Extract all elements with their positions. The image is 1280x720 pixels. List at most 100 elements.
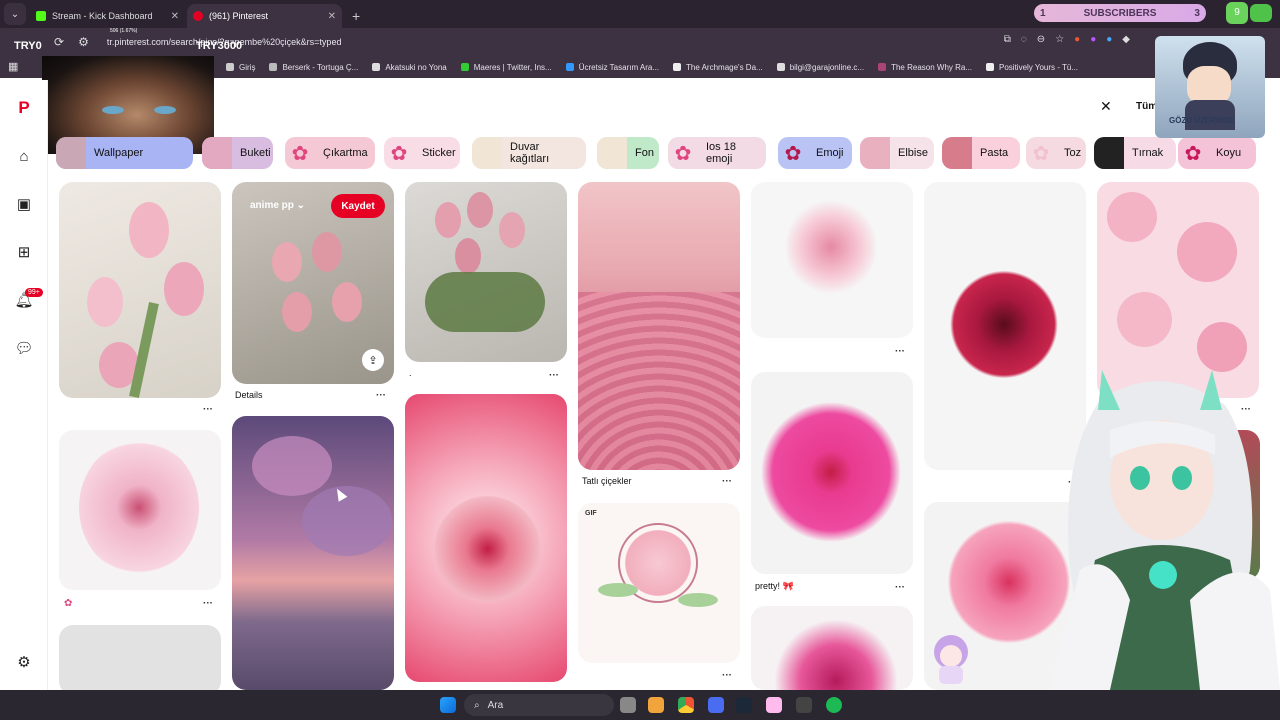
reload-icon[interactable]: ⟳ xyxy=(54,35,64,49)
bookmark-item[interactable]: Maeres | Twitter, Ins... xyxy=(460,63,552,72)
streamer-avatar-overlay: GÖZÜ ÜZERİNDE xyxy=(1155,36,1265,138)
pin-caption[interactable]: Details xyxy=(235,390,263,400)
hide-icon[interactable]: ◌ xyxy=(1021,34,1027,45)
pin-flower-sketch[interactable] xyxy=(578,503,740,663)
pin-more-button[interactable]: ··· xyxy=(722,476,732,487)
eye-right xyxy=(154,106,176,114)
chip-duvar-kagitlari[interactable]: Duvar kağıtları xyxy=(472,137,586,169)
board-select-dropdown[interactable]: anime pp ⌄ xyxy=(250,200,305,211)
task-view-icon[interactable] xyxy=(620,697,636,713)
bookmark-item[interactable]: The Archmage's Da... xyxy=(673,63,763,72)
pin-caption[interactable]: . xyxy=(409,368,412,378)
flower-icon: ✿ xyxy=(1184,142,1202,165)
extension-icon-shield[interactable]: ◆ xyxy=(1122,34,1130,45)
pin-magenta-hibiscus[interactable] xyxy=(751,372,913,574)
app-icon[interactable] xyxy=(766,697,782,713)
spotify-icon[interactable] xyxy=(826,697,842,713)
filter-dropdown[interactable]: Tüm xyxy=(1136,101,1157,112)
pin-more-button[interactable]: ··· xyxy=(895,582,905,593)
notification-badge: 99+ xyxy=(25,288,43,297)
explore-icon[interactable]: ▣ xyxy=(14,194,34,214)
search-clear-icon[interactable]: ✕ xyxy=(1100,98,1112,115)
extension-badge[interactable]: 9 xyxy=(1226,2,1248,24)
pin-hibiscus-gif[interactable] xyxy=(405,394,567,682)
pin-tulip-field[interactable] xyxy=(578,182,740,470)
tab-pinterest[interactable]: (961) Pinterest ✕ xyxy=(187,4,342,28)
pin-more-button[interactable]: ··· xyxy=(203,598,213,609)
app-icon[interactable] xyxy=(708,697,724,713)
tab-kick-dashboard[interactable]: Stream - Kick Dashboard ✕ xyxy=(30,4,185,28)
pin-caption[interactable]: pretty! 🎀 xyxy=(755,581,794,592)
pin-pink-plumeria[interactable] xyxy=(751,606,913,690)
bookmark-item[interactable]: bilgi@garajonline.c... xyxy=(776,63,864,72)
pin-more-button[interactable]: ··· xyxy=(549,370,559,381)
chip-fon[interactable]: Fon xyxy=(597,137,659,169)
chip-ios-18-emoji[interactable]: ✿ Ios 18 emoji xyxy=(668,137,766,169)
subscribers-label: SUBSCRIBERS xyxy=(1083,7,1157,19)
pin-sakura-pattern[interactable] xyxy=(1097,182,1259,398)
zoom-icon[interactable]: ⊖ xyxy=(1037,34,1045,45)
install-app-icon[interactable]: ⧉ xyxy=(1004,34,1011,45)
pin-more-button[interactable]: ··· xyxy=(895,346,905,357)
chip-cikartma[interactable]: ✿ Çıkartma xyxy=(285,137,375,169)
pin-pink-lily[interactable] xyxy=(751,182,913,338)
apps-grid-icon[interactable]: ▦ xyxy=(8,60,18,73)
tab-search-button[interactable]: ⌄ xyxy=(4,3,26,25)
pin-cherry-blossom[interactable] xyxy=(59,430,221,590)
chip-wallpaper[interactable]: Wallpaper xyxy=(56,137,193,169)
chrome-icon[interactable] xyxy=(678,697,694,713)
bookmark-item[interactable]: Positively Yours - Tü... xyxy=(986,63,1078,72)
taskbar-search[interactable]: ⌕ Ara xyxy=(464,694,614,716)
taskbar-search-label: Ara xyxy=(487,699,504,711)
pin-more-button[interactable]: ··· xyxy=(722,670,732,681)
extension-icon[interactable] xyxy=(1250,4,1272,22)
obs-icon[interactable] xyxy=(796,697,812,713)
bookmark-item[interactable]: Giriş xyxy=(226,63,255,72)
search-icon: ⌕ xyxy=(474,699,480,711)
mini-chibi-overlay xyxy=(925,632,977,688)
bookmark-item[interactable]: Ücretsiz Tasarım Ara... xyxy=(565,63,659,72)
pin-more-button[interactable]: ··· xyxy=(203,404,213,415)
chip-emoji[interactable]: ✿ Emoji xyxy=(778,137,852,169)
chip-koyu[interactable]: ✿ Koyu xyxy=(1178,137,1256,169)
steam-icon[interactable] xyxy=(736,697,752,713)
pin-pink-tulips[interactable] xyxy=(59,182,221,398)
extension-icon-blue[interactable]: ● xyxy=(1106,34,1112,45)
pin-caption[interactable]: Tatlı çiçekler xyxy=(582,476,632,486)
extension-icon-purple[interactable]: ● xyxy=(1090,34,1096,45)
save-button[interactable]: Kaydet xyxy=(331,194,385,218)
chip-sticker[interactable]: ✿ Sticker xyxy=(384,137,460,169)
extension-icon-red[interactable]: ● xyxy=(1074,34,1080,45)
pin-more-button[interactable]: ··· xyxy=(376,390,386,401)
pinterest-logo-icon[interactable]: P xyxy=(14,98,34,118)
bookmark-item[interactable]: Berserk - Tortuga Ç... xyxy=(269,63,358,72)
windows-start-icon[interactable] xyxy=(440,697,456,713)
flower-icon: ✿ xyxy=(674,142,692,165)
site-info-icon[interactable]: ⚙ xyxy=(78,35,89,49)
close-tab-icon[interactable]: ✕ xyxy=(328,11,336,22)
home-icon[interactable]: ⌂ xyxy=(14,146,34,166)
chip-thumbnail xyxy=(56,137,86,169)
pin-tulips-on-sheet[interactable] xyxy=(405,182,567,362)
settings-icon[interactable]: ⚙ xyxy=(14,652,34,672)
chip-toz[interactable]: ✿ Toz xyxy=(1026,137,1086,169)
bookmark-star-icon[interactable]: ☆ xyxy=(1055,34,1064,45)
address-bar-icons: ⧉ ◌ ⊖ ☆ ● ● ● ◆ xyxy=(1004,34,1130,45)
chip-thumbnail xyxy=(1094,137,1124,169)
file-explorer-icon[interactable] xyxy=(648,697,664,713)
chip-elbise[interactable]: Elbise xyxy=(860,137,934,169)
subscribers-left: 1 xyxy=(1040,7,1046,19)
chip-tirnak[interactable]: Tırnak xyxy=(1094,137,1176,169)
pin-placeholder[interactable] xyxy=(59,625,221,695)
create-icon[interactable]: ⊞ xyxy=(14,242,34,262)
bookmark-item[interactable]: The Reason Why Ra... xyxy=(878,63,972,72)
currency-overlay-left: TRY0 xyxy=(14,40,42,52)
chip-buketi[interactable]: Buketi xyxy=(202,137,273,169)
chip-pasta[interactable]: Pasta xyxy=(942,137,1020,169)
new-tab-button[interactable]: + xyxy=(352,8,360,24)
messages-icon[interactable]: 💬︎ xyxy=(14,338,34,358)
bookmark-item[interactable]: Akatsuki no Yona xyxy=(372,63,447,72)
close-tab-icon[interactable]: ✕ xyxy=(171,11,179,22)
share-icon[interactable]: ⇪ xyxy=(362,349,384,371)
pin-sakura-sunset[interactable] xyxy=(232,416,394,690)
